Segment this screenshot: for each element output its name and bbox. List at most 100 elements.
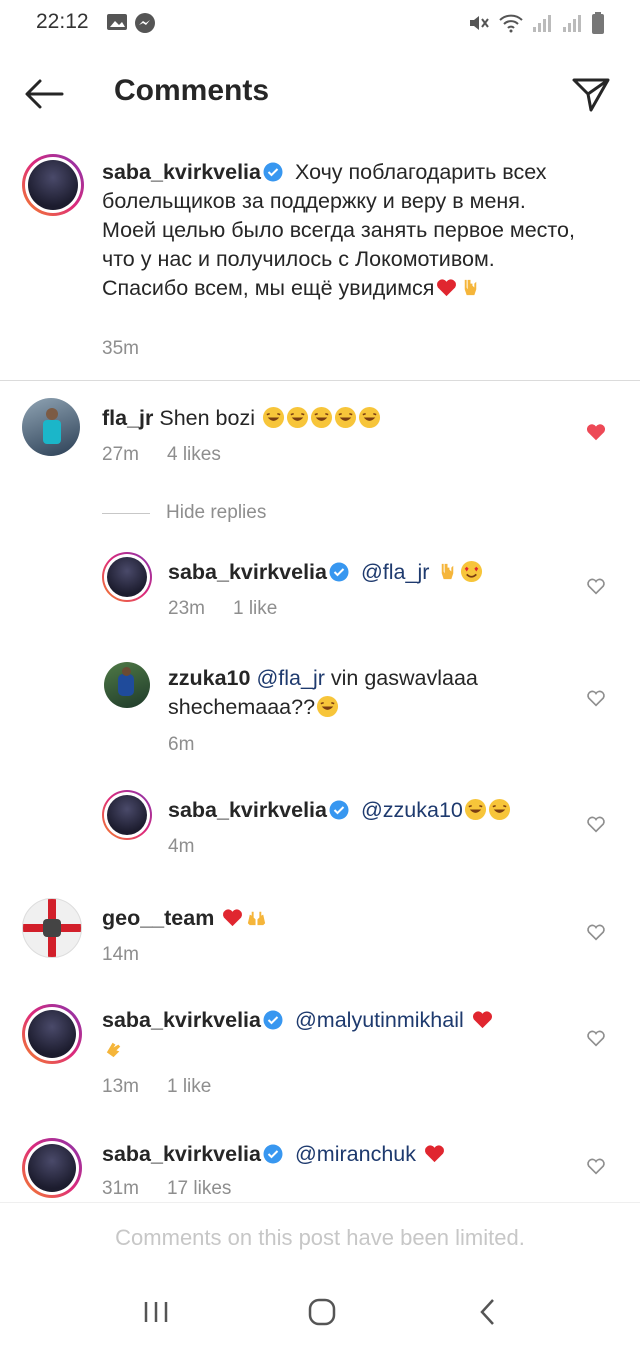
system-nav-bar bbox=[0, 1276, 640, 1351]
avatar[interactable] bbox=[22, 898, 82, 958]
likes-count[interactable]: 17 likes bbox=[167, 1178, 231, 1199]
comment-time: 35m bbox=[102, 338, 139, 359]
verified-badge-icon bbox=[263, 1010, 283, 1030]
verified-badge-icon bbox=[329, 800, 349, 820]
mention-link[interactable]: @fla_jr bbox=[361, 560, 429, 584]
avatar[interactable] bbox=[22, 1004, 82, 1064]
username[interactable]: saba_kvirkvelia bbox=[168, 798, 327, 822]
reply-item: zzuka10 @fla_jr vin gaswavlaaa shechemaa… bbox=[0, 658, 640, 758]
status-bar: 22:12 bbox=[0, 0, 640, 48]
signal-icon-1 bbox=[533, 15, 551, 32]
hide-replies-line bbox=[102, 512, 150, 514]
page-title: Comments bbox=[114, 74, 270, 107]
laughing-emoji-icon bbox=[310, 406, 333, 429]
laughing-emoji-icon bbox=[316, 695, 339, 718]
comment-time: 6m bbox=[168, 734, 195, 755]
divider bbox=[0, 380, 640, 381]
comment-text: vin gaswavlaaa bbox=[330, 666, 478, 690]
comment-item: fla_jr Shen bozi 27m 4 likes bbox=[0, 394, 640, 474]
comment-time: 13m bbox=[102, 1076, 139, 1097]
comment-meta: 23m 1 like bbox=[168, 598, 277, 620]
wifi-icon bbox=[499, 14, 523, 33]
rock-hand-emoji-icon bbox=[442, 563, 454, 580]
comment-meta: 6m bbox=[168, 734, 194, 756]
avatar[interactable] bbox=[22, 1138, 82, 1198]
raised-hands-emoji-icon bbox=[248, 911, 266, 926]
red-heart-emoji-icon bbox=[424, 1145, 444, 1163]
laughing-emoji-icon bbox=[286, 406, 309, 429]
likes-count[interactable]: 4 likes bbox=[167, 444, 221, 465]
avatar[interactable] bbox=[22, 398, 80, 456]
heart-outline-icon[interactable] bbox=[585, 1155, 607, 1177]
heart-outline-icon[interactable] bbox=[585, 921, 607, 943]
username[interactable]: zzuka10 bbox=[168, 666, 250, 690]
red-heart-emoji-icon bbox=[437, 279, 457, 297]
mute-icon bbox=[470, 16, 489, 30]
comment-meta: 13m 1 like bbox=[102, 1076, 211, 1098]
avatar[interactable] bbox=[104, 662, 150, 708]
battery-icon bbox=[592, 12, 604, 34]
likes-count[interactable]: 1 like bbox=[167, 1076, 211, 1097]
comment-time: 14m bbox=[102, 944, 139, 965]
laughing-emoji-icon bbox=[334, 406, 357, 429]
comment-meta: 31m 17 likes bbox=[102, 1178, 231, 1200]
heart-outline-icon[interactable] bbox=[585, 687, 607, 709]
back-nav-icon[interactable] bbox=[468, 1292, 508, 1332]
comment-item: saba_kvirkvelia @miranchuk 31m 17 likes bbox=[0, 1134, 640, 1202]
reply-item: saba_kvirkvelia @fla_jr 23m 1 like bbox=[0, 548, 640, 628]
status-time: 22:12 bbox=[36, 10, 89, 33]
laughing-emoji-icon bbox=[488, 798, 510, 821]
comment-text: Shen bozi bbox=[159, 406, 256, 430]
recent-apps-icon[interactable] bbox=[136, 1292, 176, 1332]
heart-outline-icon[interactable] bbox=[585, 813, 607, 835]
avatar[interactable] bbox=[22, 154, 84, 216]
username[interactable]: geo__team bbox=[102, 906, 214, 930]
hide-replies-toggle[interactable]: Hide replies bbox=[102, 502, 266, 524]
comment-time: 23m bbox=[168, 598, 205, 619]
mention-link[interactable]: @fla_jr bbox=[256, 666, 324, 690]
comment-time: 31m bbox=[102, 1178, 139, 1199]
comment-item: geo__team 14m bbox=[0, 894, 640, 974]
comments-limited-bar: Comments on this post have been limited. bbox=[0, 1202, 640, 1277]
username[interactable]: saba_kvirkvelia bbox=[102, 1142, 261, 1166]
red-heart-emoji-icon bbox=[223, 909, 243, 927]
heart-outline-icon[interactable] bbox=[585, 575, 607, 597]
direct-message-icon[interactable] bbox=[568, 72, 612, 116]
laughing-emoji-icon bbox=[262, 406, 285, 429]
clapping-hands-emoji-icon bbox=[106, 1042, 121, 1058]
comments-list[interactable]: saba_kvirkvelia Хочу поблагодарить всех … bbox=[0, 150, 640, 1202]
likes-count[interactable]: 1 like bbox=[233, 598, 277, 619]
avatar[interactable] bbox=[102, 790, 152, 840]
username[interactable]: saba_kvirkvelia bbox=[102, 1008, 261, 1032]
red-heart-emoji-icon bbox=[472, 1011, 492, 1029]
caption-comment: saba_kvirkvelia Хочу поблагодарить всех … bbox=[0, 150, 640, 380]
username[interactable]: saba_kvirkvelia bbox=[102, 160, 261, 184]
comment-time: 4m bbox=[168, 836, 195, 857]
username[interactable]: fla_jr bbox=[102, 406, 153, 430]
username[interactable]: saba_kvirkvelia bbox=[168, 560, 327, 584]
comment-meta: 27m 4 likes bbox=[102, 444, 221, 466]
mention-link[interactable]: @miranchuk bbox=[295, 1142, 416, 1166]
avatar[interactable] bbox=[102, 552, 152, 602]
reply-item: saba_kvirkvelia @zzuka10 4m bbox=[0, 786, 640, 866]
messenger-notification-icon bbox=[135, 13, 155, 33]
header: Comments bbox=[0, 56, 640, 128]
caption-meta: 35m bbox=[102, 338, 139, 360]
back-arrow-icon[interactable] bbox=[22, 74, 66, 114]
gallery-notification-icon bbox=[107, 14, 127, 30]
comments-limited-text: Comments on this post have been limited. bbox=[115, 1225, 525, 1250]
comment-meta: 4m bbox=[168, 836, 194, 858]
signal-icon-2 bbox=[563, 15, 581, 32]
verified-badge-icon bbox=[329, 562, 349, 582]
hide-replies-label: Hide replies bbox=[166, 502, 267, 523]
mention-link[interactable]: @zzuka10 bbox=[361, 798, 463, 822]
home-icon[interactable] bbox=[302, 1292, 342, 1332]
comment-text: shechemaaa?? bbox=[168, 695, 316, 719]
heart-filled-icon[interactable] bbox=[585, 421, 607, 443]
comment-meta: 14m bbox=[102, 944, 139, 966]
mention-link[interactable]: @malyutinmikhail bbox=[295, 1008, 464, 1032]
laughing-emoji-icon bbox=[464, 798, 486, 821]
comment-item: saba_kvirkvelia @malyutinmikhail 13m 1 li… bbox=[0, 1000, 640, 1110]
heart-outline-icon[interactable] bbox=[585, 1027, 607, 1049]
rock-hand-emoji-icon bbox=[465, 279, 477, 296]
